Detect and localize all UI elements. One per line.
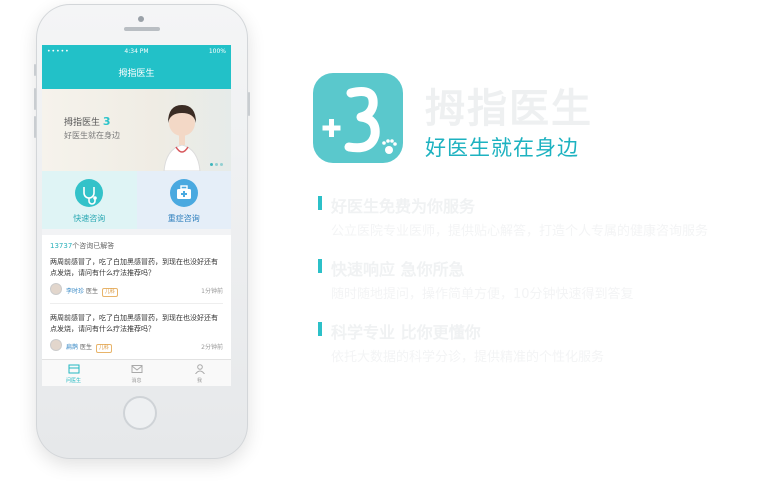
doctor-name[interactable]: 李时珍 — [66, 288, 84, 295]
volume-up-button — [34, 88, 36, 110]
feature-desc: 随时随地提问，操作简单方便，10分钟快速得到答复 — [331, 287, 634, 302]
medical-kit-icon — [169, 179, 198, 207]
nav-title: 拇指医生 — [118, 69, 155, 79]
feed-item-meta: 扁鹊 医生 儿科 2分钟前 — [50, 339, 223, 353]
tab-me[interactable]: 我 — [168, 360, 231, 386]
banner-brand-mark: 3 — [102, 115, 111, 128]
consult-shortcuts: 快速咨询 重症咨询 — [42, 171, 231, 229]
answered-count-number: 13737 — [50, 242, 73, 250]
banner-brand: 拇指医生 3 — [64, 115, 111, 128]
app-tagline: 好医生就在身边 — [425, 136, 579, 160]
promo-banner[interactable]: 拇指医生 3 好医生就在身边 — [42, 89, 231, 171]
stethoscope-icon — [75, 179, 104, 207]
feed-item[interactable]: 两周前感冒了，吃了白加黑感冒药，到现在也没好还有点发烧，请问有什么疗法推荐吗？ … — [50, 257, 223, 304]
doctor-name[interactable]: 扁鹊 — [66, 344, 78, 351]
department-badge: 儿科 — [101, 288, 118, 297]
quick-consult-button[interactable]: 快速咨询 — [42, 171, 137, 229]
post-time: 1分钟前 — [201, 288, 223, 295]
tab-me-label: 我 — [196, 378, 202, 384]
quick-consult-label: 快速咨询 — [73, 214, 106, 223]
home-button[interactable] — [123, 396, 157, 430]
paw-icon — [382, 139, 397, 154]
app-logo-mark — [322, 87, 397, 154]
feature-title: 好医生免费为你服务 — [331, 197, 476, 216]
feed-item-meta: 李时珍 医生 儿科 1分钟前 — [50, 283, 223, 297]
severe-consult-button[interactable]: 重症咨询 — [136, 171, 231, 229]
answered-count-suffix: 个咨询已解答 — [72, 242, 115, 250]
feature-bullet-bar — [318, 259, 322, 273]
divider — [50, 303, 223, 304]
front-camera — [138, 16, 144, 22]
feature-desc: 依托大数据的科学分诊，提供精准的个性化服务 — [331, 350, 605, 365]
user-icon — [194, 364, 205, 374]
volume-down-button — [34, 116, 36, 138]
feature-desc: 公立医院专业医师，提供贴心解答，打造个人专属的健康咨询服务 — [331, 224, 709, 239]
doctor-info: 李时珍 医生 儿科 — [66, 286, 118, 297]
doctor-title: 医生 — [85, 288, 98, 295]
app-logo — [313, 73, 403, 163]
tab-messages[interactable]: 消息 — [105, 360, 168, 386]
app-screen: ••••• 4:34 PM 100% 拇指医生 拇指医生 3 好医生就在身边 快… — [42, 45, 231, 386]
feed-item[interactable]: 两周前感冒了，吃了白加黑感冒药，到现在也没好还有点发烧，请问有什么疗法推荐吗？ … — [50, 313, 223, 353]
carousel-dots — [210, 163, 223, 166]
doctor-avatar — [50, 339, 62, 351]
status-time: 4:34 PM — [124, 48, 149, 55]
app-name-heading: 拇指医生 — [425, 86, 593, 132]
tab-messages-label: 消息 — [131, 378, 142, 384]
mail-icon — [131, 365, 142, 373]
doctor-title: 医生 — [79, 344, 92, 351]
feature-title: 快速响应 急你所急 — [331, 260, 465, 279]
doctor-photo — [163, 105, 201, 171]
status-bar: ••••• 4:34 PM 100% — [42, 45, 231, 59]
doctor-avatar — [50, 283, 62, 295]
feed-item-text: 两周前感冒了，吃了白加黑感冒药，到现在也没好还有点发烧，请问有什么疗法推荐吗？ — [50, 314, 218, 333]
doctor-tab-icon — [68, 364, 79, 374]
consult-feed: 13737个咨询已解答 两周前感冒了，吃了白加黑感冒药，到现在也没好还有点发烧，… — [42, 235, 231, 360]
tab-ask-doctor[interactable]: 问医生 — [42, 360, 105, 386]
nav-bar: 拇指医生 — [42, 59, 231, 89]
doctor-info: 扁鹊 医生 儿科 — [66, 342, 112, 353]
answered-count: 13737个咨询已解答 — [42, 235, 231, 251]
post-time: 2分钟前 — [201, 344, 223, 351]
banner-slogan: 好医生就在身边 — [64, 131, 120, 140]
earpiece-speaker — [124, 27, 160, 31]
feature-title: 科学专业 比你更懂你 — [331, 323, 481, 342]
feed-item-text: 两周前感冒了，吃了白加黑感冒药，到现在也没好还有点发烧，请问有什么疗法推荐吗？ — [50, 258, 218, 277]
tab-ask-doctor-label: 问医生 — [65, 378, 81, 384]
banner-brand-text: 拇指医生 — [64, 118, 101, 128]
mute-switch — [34, 64, 36, 76]
feature-bullet-bar — [318, 322, 322, 336]
feature-bullet-bar — [318, 196, 322, 210]
power-button — [248, 92, 250, 116]
department-badge: 儿科 — [95, 344, 112, 353]
battery-level: 100% — [208, 48, 226, 55]
severe-consult-label: 重症咨询 — [167, 214, 200, 223]
tab-bar: 问医生 消息 我 — [42, 359, 231, 386]
